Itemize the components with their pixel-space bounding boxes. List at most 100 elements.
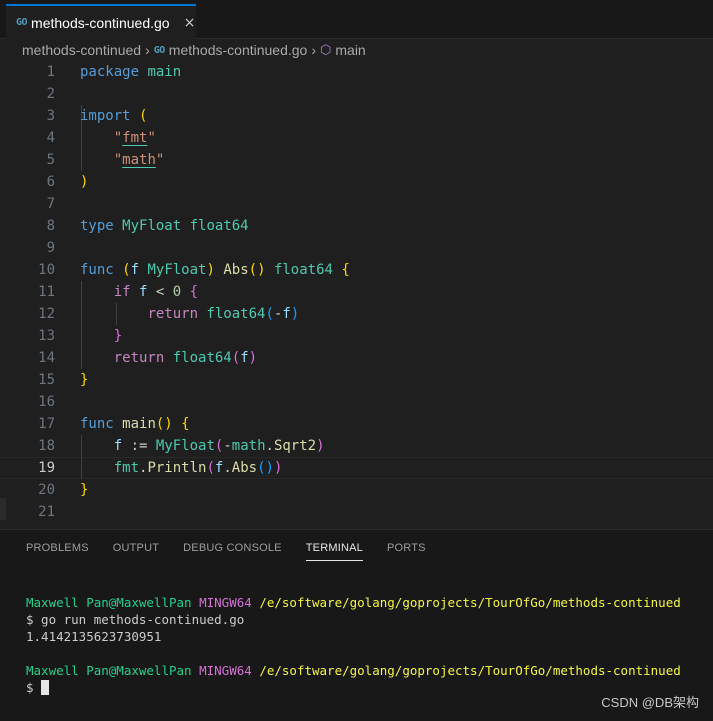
token: { (341, 262, 350, 278)
token: . (265, 438, 274, 454)
watermark: CSDN @DB架构 (601, 695, 699, 710)
line-number: 5 (46, 152, 55, 168)
line-number: 1 (46, 64, 55, 80)
tab-ports[interactable]: PORTS (387, 542, 426, 561)
token: f (282, 306, 291, 322)
terminal-output: 1.4142135623730951 (26, 629, 162, 644)
go-file-icon: GO (153, 44, 166, 56)
tab-terminal[interactable]: TERMINAL (305, 542, 363, 561)
token: Println (147, 460, 207, 476)
terminal-user: Maxwell Pan@MaxwellPan (26, 663, 192, 678)
token: f (113, 438, 123, 454)
token: < (155, 284, 165, 300)
token: } (80, 482, 89, 498)
code-line: ) (80, 171, 88, 193)
token: return (113, 350, 165, 366)
line-number: 4 (46, 130, 55, 146)
token: } (113, 328, 123, 344)
bottom-panel: PROBLEMS OUTPUT DEBUG CONSOLE TERMINAL P… (0, 529, 713, 721)
breadcrumb: methods-continued › GO methods-continued… (0, 39, 713, 61)
terminal-prompt: $ (26, 680, 42, 695)
token: fmt (113, 460, 140, 476)
token: () (257, 460, 274, 476)
token: if (113, 284, 131, 300)
tab-output[interactable]: OUTPUT (113, 542, 159, 561)
line-number: 3 (46, 108, 55, 124)
token: fmt (122, 130, 148, 146)
line-number: 13 (38, 328, 55, 344)
tab-debug-console[interactable]: DEBUG CONSOLE (183, 542, 282, 561)
token: Sqrt2 (273, 438, 317, 454)
token: " (155, 152, 165, 168)
token: " (113, 130, 123, 146)
line-number: 21 (38, 504, 55, 520)
breadcrumb-file[interactable]: methods-continued.go (169, 42, 308, 58)
token: { (189, 284, 199, 300)
tab-bar: GO methods-continued.go × (0, 0, 713, 39)
line-number: 7 (46, 196, 55, 212)
tab-label: methods-continued.go (31, 14, 170, 31)
line-number: 10 (38, 262, 55, 278)
token: return (147, 306, 199, 322)
token: MyFloat (147, 262, 207, 278)
line-number: 17 (38, 416, 55, 432)
chevron-right-icon: › (311, 42, 317, 58)
line-number: 12 (38, 306, 55, 322)
token: ) (316, 438, 325, 454)
token: - (223, 438, 232, 454)
line-number-active: 19 (38, 460, 55, 476)
token: ( (139, 108, 148, 124)
token: { (181, 416, 190, 432)
token: package (80, 64, 140, 80)
code-line: import ( (80, 105, 147, 127)
line-number: 2 (46, 86, 55, 102)
token: ( (231, 350, 241, 366)
token: Abs (231, 460, 258, 476)
token: func (80, 416, 114, 432)
token: . (223, 460, 232, 476)
symbol-method-icon: ⬡ (320, 42, 332, 57)
code-line: return float64(-f) (80, 303, 299, 325)
code-line: type MyFloat float64 (80, 215, 249, 237)
token: float64 (273, 262, 333, 278)
token: } (80, 372, 89, 388)
line-number: 9 (46, 240, 55, 256)
token: import (80, 108, 131, 124)
editor-tab-methods-continued[interactable]: GO methods-continued.go × (6, 4, 196, 39)
breadcrumb-folder[interactable]: methods-continued (22, 42, 141, 58)
code-line: } (80, 325, 122, 347)
token: ( (206, 460, 215, 476)
go-file-icon: GO (16, 17, 28, 28)
code-line: "fmt" (80, 127, 156, 149)
terminal-env: MINGW64 (199, 663, 252, 678)
line-number: 6 (46, 174, 55, 190)
token: " (113, 152, 123, 168)
terminal-cursor (41, 680, 50, 695)
code-line: f := MyFloat(-math.Sqrt2) (80, 435, 325, 457)
code-line: package main (80, 61, 181, 83)
close-icon[interactable]: × (184, 15, 196, 31)
tab-problems[interactable]: PROBLEMS (26, 542, 89, 561)
terminal-input-line[interactable]: $ (26, 679, 50, 696)
code-line: func main() { (80, 413, 190, 435)
code-editor[interactable]: 1 2 3 4 5 6 7 8 9 10 11 12 13 14 15 16 1… (0, 61, 713, 529)
token: ) (206, 262, 215, 278)
token: ) (290, 306, 300, 322)
token: math (122, 152, 156, 168)
terminal-path: /e/software/golang/goprojects/TourOfGo/m… (259, 595, 681, 610)
token: Abs (223, 262, 249, 278)
token: math (231, 438, 266, 454)
line-number: 16 (38, 394, 55, 410)
chevron-right-icon: › (145, 42, 150, 58)
code-line: func (f MyFloat) Abs() float64 { (80, 259, 350, 281)
token: float64 (172, 350, 232, 366)
line-number: 20 (38, 482, 55, 498)
token: f (130, 262, 140, 278)
token: () (155, 416, 173, 432)
breadcrumb-symbol[interactable]: main (335, 42, 365, 58)
token: float64 (189, 218, 249, 234)
token: () (248, 262, 266, 278)
token: ) (248, 350, 258, 366)
token: f (240, 350, 249, 366)
code-line: return float64(f) (80, 347, 257, 369)
